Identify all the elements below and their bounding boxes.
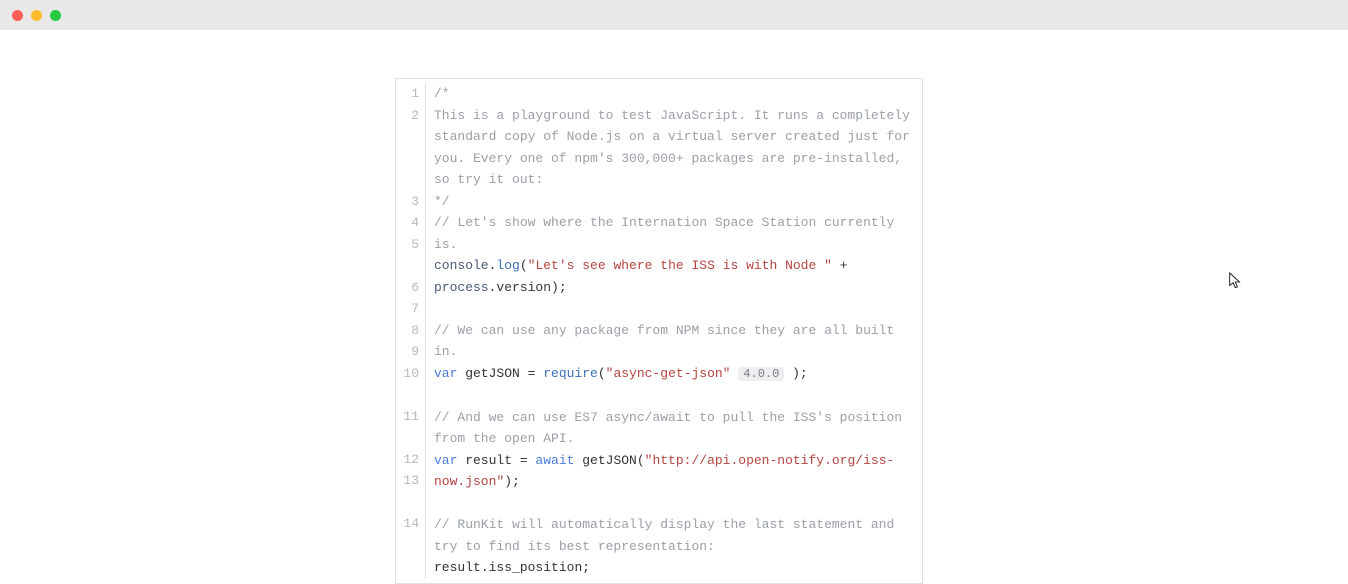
code-token: getJSON(	[574, 453, 644, 468]
window-close-icon[interactable]	[12, 10, 23, 21]
window-titlebar	[0, 0, 1348, 30]
code-token: );	[792, 366, 808, 381]
code-token: );	[551, 280, 567, 295]
code-token: log	[496, 258, 519, 273]
line-number: 12	[396, 449, 419, 471]
code-token: result =	[457, 453, 535, 468]
code-token: process	[434, 280, 489, 295]
code-token: getJSON =	[457, 366, 543, 381]
package-version-badge[interactable]: 4.0.0	[738, 367, 784, 381]
code-token: (	[598, 366, 606, 381]
window-minimize-icon[interactable]	[31, 10, 42, 21]
code-token: await	[535, 453, 574, 468]
line-number-gutter: 1 2 3 4 5 6 7 8 9 10 11 12 13 14	[396, 83, 426, 579]
code-token: "async-get-json"	[606, 366, 731, 381]
line-number: 6	[396, 277, 419, 299]
line-number	[396, 255, 419, 277]
line-number: 3	[396, 191, 419, 213]
code-token: (	[520, 258, 528, 273]
code-token: // Let's show where the Internation Spac…	[434, 215, 902, 252]
code-token: version	[496, 280, 551, 295]
line-number: 10	[396, 363, 419, 385]
line-number: 13	[396, 470, 419, 492]
code-editor[interactable]: 1 2 3 4 5 6 7 8 9 10 11 12 13 14 /* This…	[395, 78, 923, 584]
code-token: var	[434, 366, 457, 381]
code-token: // We can use any package from NPM since…	[434, 323, 902, 360]
code-token: .	[481, 560, 489, 575]
line-number: 2	[396, 105, 419, 127]
line-number: 9	[396, 341, 419, 363]
code-token: );	[504, 474, 520, 489]
code-token: "Let's see where the ISS is with Node "	[528, 258, 832, 273]
line-number: 7	[396, 298, 419, 320]
code-token: iss_position	[489, 560, 583, 575]
code-area[interactable]: /* This is a playground to test JavaScri…	[426, 83, 922, 579]
code-token: This is a playground to test JavaScript.…	[434, 108, 918, 188]
code-token: result	[434, 560, 481, 575]
line-number	[396, 492, 419, 514]
line-number	[396, 384, 419, 406]
code-token: // And we can use ES7 async/await to pul…	[434, 410, 910, 447]
code-token: console	[434, 258, 489, 273]
line-number	[396, 169, 419, 191]
line-number: 4	[396, 212, 419, 234]
line-number: 14	[396, 513, 419, 535]
line-number: 1	[396, 83, 419, 105]
window-maximize-icon[interactable]	[50, 10, 61, 21]
line-number	[396, 126, 419, 148]
code-token: ;	[582, 560, 590, 575]
line-number: 5	[396, 234, 419, 256]
line-number: 11	[396, 406, 419, 428]
code-token: */	[434, 194, 450, 209]
code-token: /*	[434, 86, 450, 101]
code-token: +	[832, 258, 855, 273]
code-token: require	[543, 366, 598, 381]
line-number	[396, 427, 419, 449]
code-token: var	[434, 453, 457, 468]
line-number: 8	[396, 320, 419, 342]
line-number	[396, 148, 419, 170]
mouse-cursor-icon	[1229, 272, 1243, 292]
code-token: // RunKit will automatically display the…	[434, 517, 902, 554]
